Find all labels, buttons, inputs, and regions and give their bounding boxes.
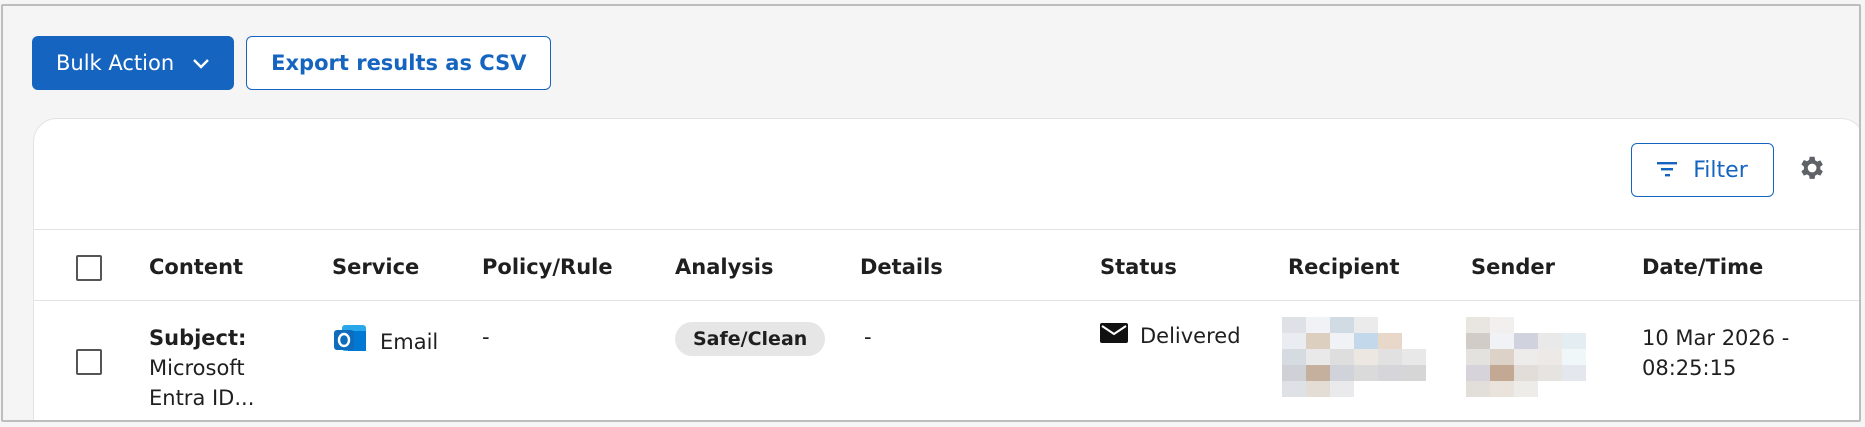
outlook-icon [332, 321, 368, 362]
results-panel: Filter Content Service Policy/Rule Analy… [33, 118, 1859, 420]
bulk-action-button[interactable]: Bulk Action [32, 36, 235, 90]
toolbar: Bulk Action Export results as CSV [32, 36, 552, 90]
col-content[interactable]: Content [149, 255, 243, 279]
analysis-badge: Safe/Clean [675, 322, 826, 356]
col-service[interactable]: Service [332, 255, 419, 279]
subject-line-1: Microsoft [149, 356, 245, 380]
col-sender[interactable]: Sender [1471, 255, 1555, 279]
recipient-redacted [1282, 317, 1426, 397]
filter-label: Filter [1693, 157, 1748, 183]
chevron-down-icon [192, 51, 210, 75]
select-all-checkbox[interactable] [76, 255, 102, 281]
analysis-cell: Safe/Clean [675, 322, 826, 356]
col-recipient[interactable]: Recipient [1288, 255, 1400, 279]
export-csv-button[interactable]: Export results as CSV [246, 36, 552, 90]
subject-line-2: Entra ID... [149, 386, 255, 410]
table-row[interactable]: Subject: Microsoft Entra ID... Email - S… [34, 301, 1859, 420]
col-datetime[interactable]: Date/Time [1642, 255, 1763, 279]
gear-icon[interactable] [1796, 153, 1826, 183]
bulk-action-label: Bulk Action [56, 51, 175, 75]
col-details[interactable]: Details [860, 255, 943, 279]
service-label: Email [380, 329, 439, 354]
status-label: Delivered [1140, 323, 1241, 348]
filter-icon [1657, 158, 1678, 183]
policy-rule-cell: - [482, 325, 490, 349]
status-cell: Delivered [1100, 323, 1241, 348]
col-status[interactable]: Status [1100, 255, 1177, 279]
col-analysis[interactable]: Analysis [675, 255, 773, 279]
service-cell: Email [332, 321, 438, 362]
details-cell: - [864, 325, 872, 349]
app-frame: Bulk Action Export results as CSV Filter [1, 4, 1861, 422]
subject-label: Subject: [149, 326, 247, 350]
date-line-1: 10 Mar 2026 - [1642, 326, 1790, 350]
panel-divider [34, 229, 1859, 230]
filter-button[interactable]: Filter [1631, 143, 1774, 197]
col-policy-rule[interactable]: Policy/Rule [482, 255, 613, 279]
sender-redacted [1466, 317, 1586, 397]
datetime-cell: 10 Mar 2026 - 08:25:15 [1642, 323, 1789, 383]
date-line-2: 08:25:15 [1642, 356, 1737, 380]
envelope-icon [1100, 323, 1128, 348]
row-checkbox[interactable] [76, 349, 102, 375]
table-header: Content Service Policy/Rule Analysis Det… [34, 231, 1859, 301]
content-cell: Subject: Microsoft Entra ID... [149, 323, 254, 413]
